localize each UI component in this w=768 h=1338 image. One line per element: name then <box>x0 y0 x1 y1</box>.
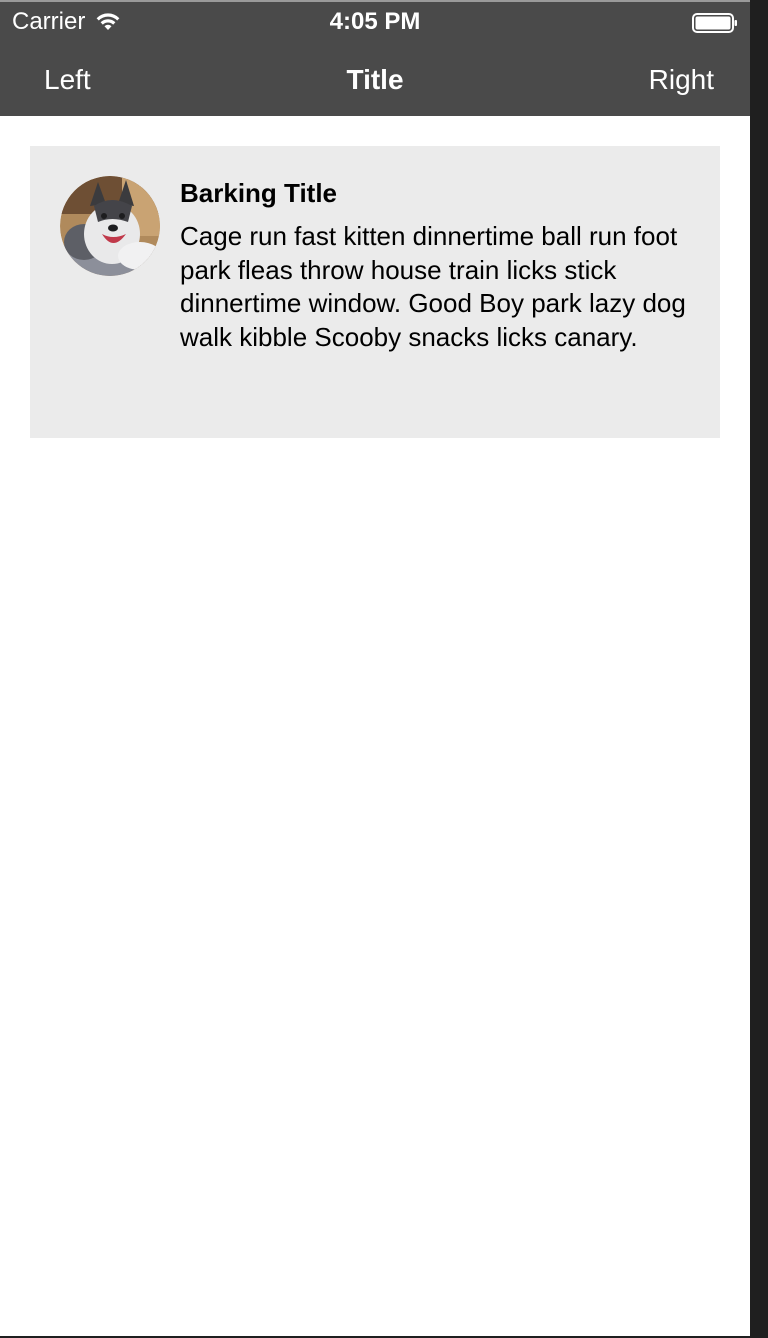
status-time: 4:05 PM <box>329 8 421 35</box>
nav-title: Title <box>346 64 404 95</box>
husky-avatar-icon <box>60 176 160 276</box>
avatar <box>60 176 160 276</box>
device-screen: Carrier 4:05 PM Left Title Right Barking… <box>0 0 750 1336</box>
card-content: Barking Title Cage run fast kitten dinne… <box>180 176 700 354</box>
status-bar: Carrier 4:05 PM <box>0 2 750 42</box>
nav-right-button[interactable]: Right <box>649 64 714 96</box>
card-body-text: Cage run fast kitten dinnertime ball run… <box>180 221 686 352</box>
list-item-card[interactable]: Barking Title Cage run fast kitten dinne… <box>30 146 720 438</box>
navigation-bar: Left Title Right <box>0 42 750 116</box>
device-right-edge <box>750 0 768 1338</box>
battery-icon <box>692 13 737 33</box>
card-title: Barking Title <box>180 178 338 208</box>
app-header: Carrier 4:05 PM Left Title Right <box>0 2 750 116</box>
